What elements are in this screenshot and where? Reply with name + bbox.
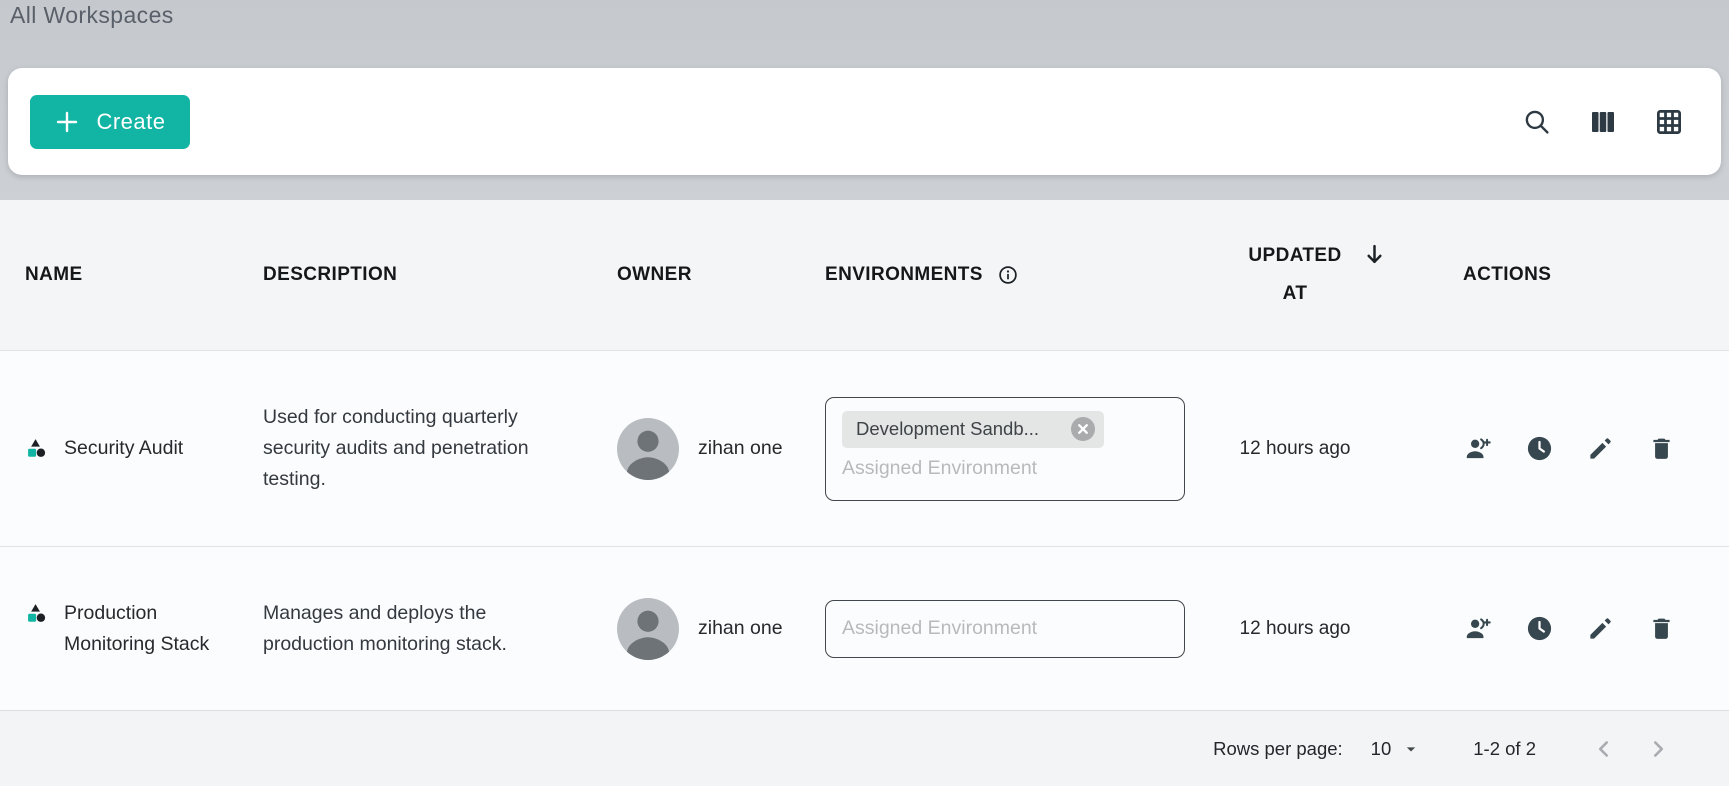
table-row: Production Monitoring Stack Manages and …: [0, 546, 1729, 710]
history-icon[interactable]: [1526, 435, 1553, 462]
info-icon[interactable]: [997, 264, 1019, 286]
column-header-description: DESCRIPTION: [240, 264, 592, 286]
environments-select[interactable]: Assigned Environment: [825, 600, 1185, 658]
workspace-description: Manages and deploys the production monit…: [263, 598, 555, 660]
page-title: All Workspaces: [10, 2, 174, 29]
toolbar-right-icons: [1521, 106, 1685, 138]
owner-avatar: [617, 598, 679, 660]
column-header-name: NAME: [0, 264, 240, 286]
delete-icon[interactable]: [1648, 615, 1675, 642]
column-header-updated-at-label: UPDATED AT: [1248, 245, 1341, 304]
table-header: NAME DESCRIPTION OWNER ENVIRONMENTS UPDA…: [0, 200, 1729, 350]
rows-per-page-select[interactable]: 10: [1371, 738, 1422, 760]
delete-icon[interactable]: [1648, 435, 1675, 462]
workspace-description: Used for conducting quarterly security a…: [263, 402, 555, 495]
owner-avatar: [617, 418, 679, 480]
remove-environment-icon[interactable]: [1070, 416, 1096, 442]
owner-name: zihan one: [698, 437, 783, 460]
caret-down-icon: [1401, 739, 1421, 759]
search-icon[interactable]: [1521, 106, 1553, 138]
add-user-icon[interactable]: [1465, 435, 1492, 462]
workspace-name: Security Audit: [64, 433, 183, 464]
rows-per-page-label: Rows per page:: [1213, 738, 1343, 760]
column-header-actions: ACTIONS: [1380, 264, 1729, 286]
column-header-environments-label: ENVIRONMENTS: [825, 264, 983, 286]
sort-descending-icon: [1361, 241, 1388, 268]
environments-placeholder[interactable]: Assigned Environment: [842, 617, 1037, 640]
create-button[interactable]: Create: [30, 95, 190, 149]
environment-chip-label: Development Sandb...: [856, 418, 1039, 440]
grid-view-icon[interactable]: [1653, 106, 1685, 138]
updated-at-value: 12 hours ago: [1210, 351, 1380, 546]
chevron-right-icon[interactable]: [1645, 736, 1671, 762]
pagination-range: 1-2 of 2: [1473, 738, 1536, 760]
top-band: All Workspaces Create: [0, 0, 1729, 200]
workspace-name: Production Monitoring Stack: [64, 598, 216, 660]
table-pagination: Rows per page: 10 1-2 of 2: [0, 710, 1729, 786]
updated-at-sort-control[interactable]: UPDATED AT: [1236, 237, 1354, 313]
environments-select[interactable]: Development Sandb... Assigned Environmen…: [825, 397, 1185, 501]
rows-per-page-value: 10: [1371, 738, 1392, 760]
workspace-icon: [25, 602, 48, 625]
updated-at-value: 12 hours ago: [1210, 547, 1380, 710]
table-row: Security Audit Used for conducting quart…: [0, 350, 1729, 546]
workspace-icon: [25, 437, 48, 460]
view-columns-icon[interactable]: [1587, 106, 1619, 138]
column-header-updated-at: UPDATED AT: [1210, 237, 1380, 313]
environments-placeholder[interactable]: Assigned Environment: [842, 457, 1168, 480]
owner-name: zihan one: [698, 617, 783, 640]
environment-chip: Development Sandb...: [842, 411, 1104, 448]
chevron-left-icon[interactable]: [1591, 736, 1617, 762]
column-header-environments: ENVIRONMENTS: [800, 264, 1210, 286]
history-icon[interactable]: [1526, 615, 1553, 642]
toolbar: Create: [8, 68, 1721, 175]
plus-icon: [54, 109, 80, 135]
create-button-label: Create: [96, 109, 165, 135]
edit-icon[interactable]: [1587, 435, 1614, 462]
edit-icon[interactable]: [1587, 615, 1614, 642]
add-user-icon[interactable]: [1465, 615, 1492, 642]
column-header-owner: OWNER: [592, 264, 800, 286]
